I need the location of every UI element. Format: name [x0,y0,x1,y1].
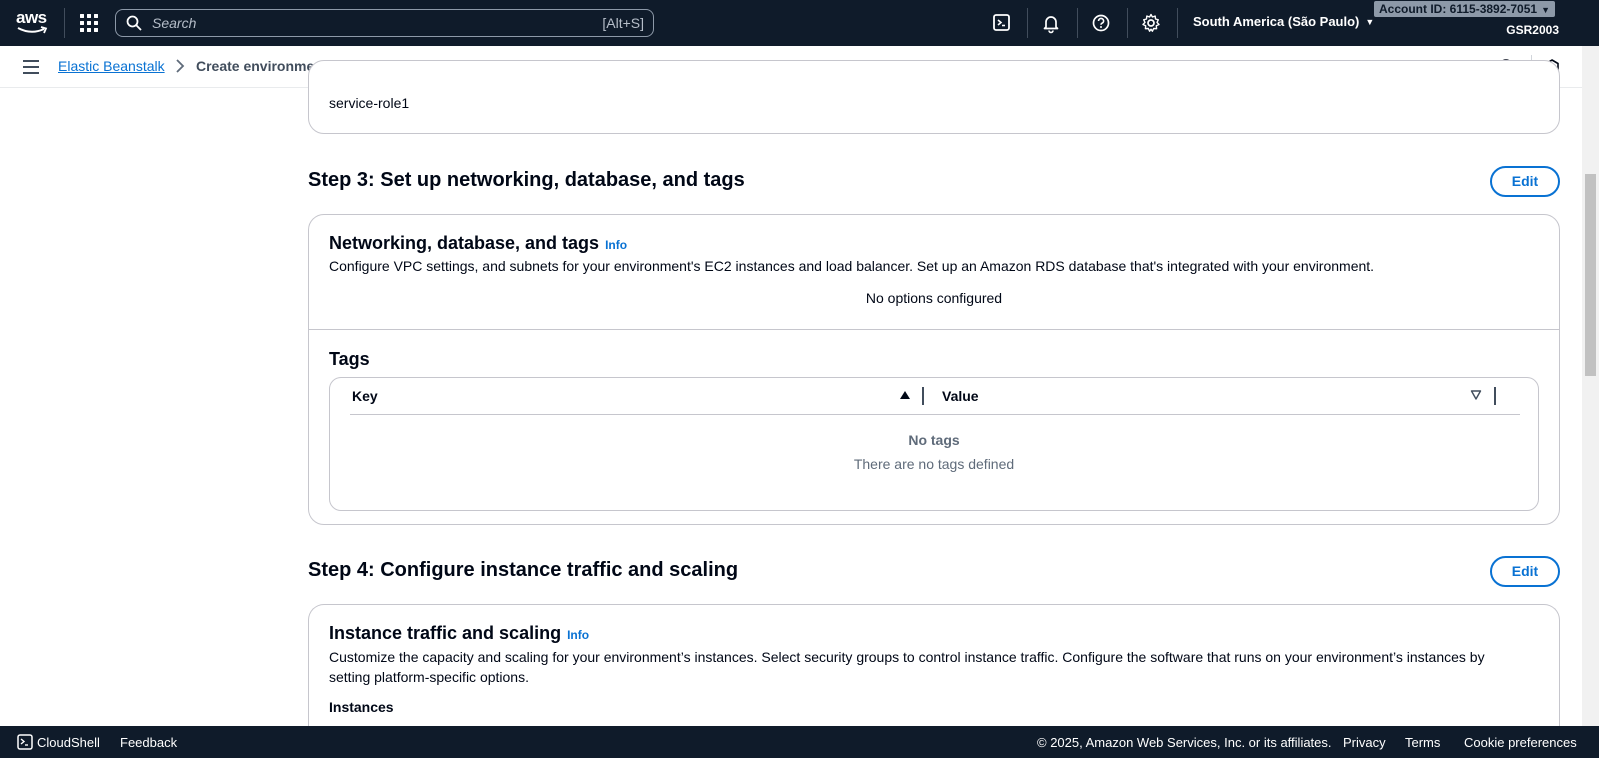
region-selector[interactable]: South America (São Paulo) ▼ [1193,14,1374,29]
nav-divider [64,8,65,38]
search-shortcut: [Alt+S] [602,15,644,31]
step4-card: Instance traffic and scaling Info Customi… [308,604,1560,744]
cloudshell-icon[interactable] [991,12,1013,34]
scrollbar-track[interactable] [1582,46,1599,726]
instance-traffic-section-title: Instance traffic and scaling Info [329,623,589,644]
nav-divider [1127,8,1128,38]
services-grid-icon[interactable] [80,14,98,32]
bell-icon[interactable] [1040,12,1062,34]
search-input[interactable]: Search [Alt+S] [115,9,654,37]
step4-edit-button[interactable]: Edit [1490,556,1560,587]
section-divider [309,329,1559,330]
top-navigation: aws Search [Alt+S] South America (São Pa… [0,0,1599,46]
search-icon [126,15,142,31]
copyright-text: © 2025, Amazon Web Services, Inc. or its… [1037,735,1332,750]
account-id: Account ID: 6115-3892-7051 [1379,2,1538,16]
empty-state-description: There are no tags defined [853,456,1015,472]
aws-logo-text: aws [16,8,47,27]
privacy-link[interactable]: Privacy [1343,735,1386,750]
search-placeholder: Search [152,15,197,31]
sort-ascending-icon[interactable] [899,390,911,400]
instance-traffic-description: Customize the capacity and scaling for y… [329,649,1485,685]
aws-logo[interactable]: aws [16,8,50,36]
region-label: South America (São Paulo) [1193,14,1360,29]
info-link[interactable]: Info [605,238,627,252]
step3-title: Step 3: Set up networking, database, and… [308,169,745,191]
column-resizer[interactable] [1494,387,1496,405]
menu-icon[interactable] [23,60,39,74]
feedback-link[interactable]: Feedback [120,735,177,750]
cookie-preferences-link[interactable]: Cookie preferences [1464,735,1577,750]
nav-divider [1177,8,1178,38]
previous-section-card: service-role1 [308,60,1560,134]
account-menu[interactable]: Account ID: 6115-3892-7051 ▼ [1374,1,1556,17]
networking-section-title: Networking, database, and tags Info [329,233,627,254]
chevron-right-icon [176,59,185,73]
table-header-divider [350,414,1520,415]
no-options-text: No options configured [865,290,1003,306]
user-name[interactable]: GSR2003 [1506,23,1559,37]
caret-down-icon: ▼ [1541,5,1551,15]
networking-description: Configure VPC settings, and subnets for … [329,258,1375,274]
breadcrumb-elastic-beanstalk[interactable]: Elastic Beanstalk [58,58,165,74]
info-link[interactable]: Info [567,628,589,642]
column-resizer[interactable] [922,387,924,405]
gear-icon[interactable] [1140,12,1162,34]
scrollbar-thumb[interactable] [1585,174,1596,376]
cloudshell-icon [17,734,33,750]
empty-state-title: No tags [908,432,960,448]
aws-smile-icon [17,26,48,34]
nav-divider [1027,8,1028,38]
nav-divider [1077,8,1078,38]
tags-title: Tags [329,349,370,369]
caret-down-icon: ▼ [1365,17,1375,27]
step3-card: Networking, database, and tags Info Confi… [308,214,1560,525]
instance-traffic-title-text: Instance traffic and scaling [329,623,562,643]
column-header-key[interactable]: Key [352,388,378,404]
service-role-value: service-role1 [329,95,410,111]
help-icon[interactable] [1090,12,1112,34]
column-header-value[interactable]: Value [942,388,979,404]
step3-edit-button[interactable]: Edit [1490,166,1560,197]
tags-table: Key Value No tags There are no tags defi… [329,377,1539,511]
footer: CloudShell Feedback © 2025, Amazon Web S… [0,726,1599,758]
networking-title-text: Networking, database, and tags [329,233,600,253]
instances-subheading: Instances [329,699,394,715]
cloudshell-link[interactable]: CloudShell [37,735,100,750]
step4-title: Step 4: Configure instance traffic and s… [308,559,739,581]
terms-link[interactable]: Terms [1405,735,1440,750]
sort-icon[interactable] [1470,390,1482,400]
